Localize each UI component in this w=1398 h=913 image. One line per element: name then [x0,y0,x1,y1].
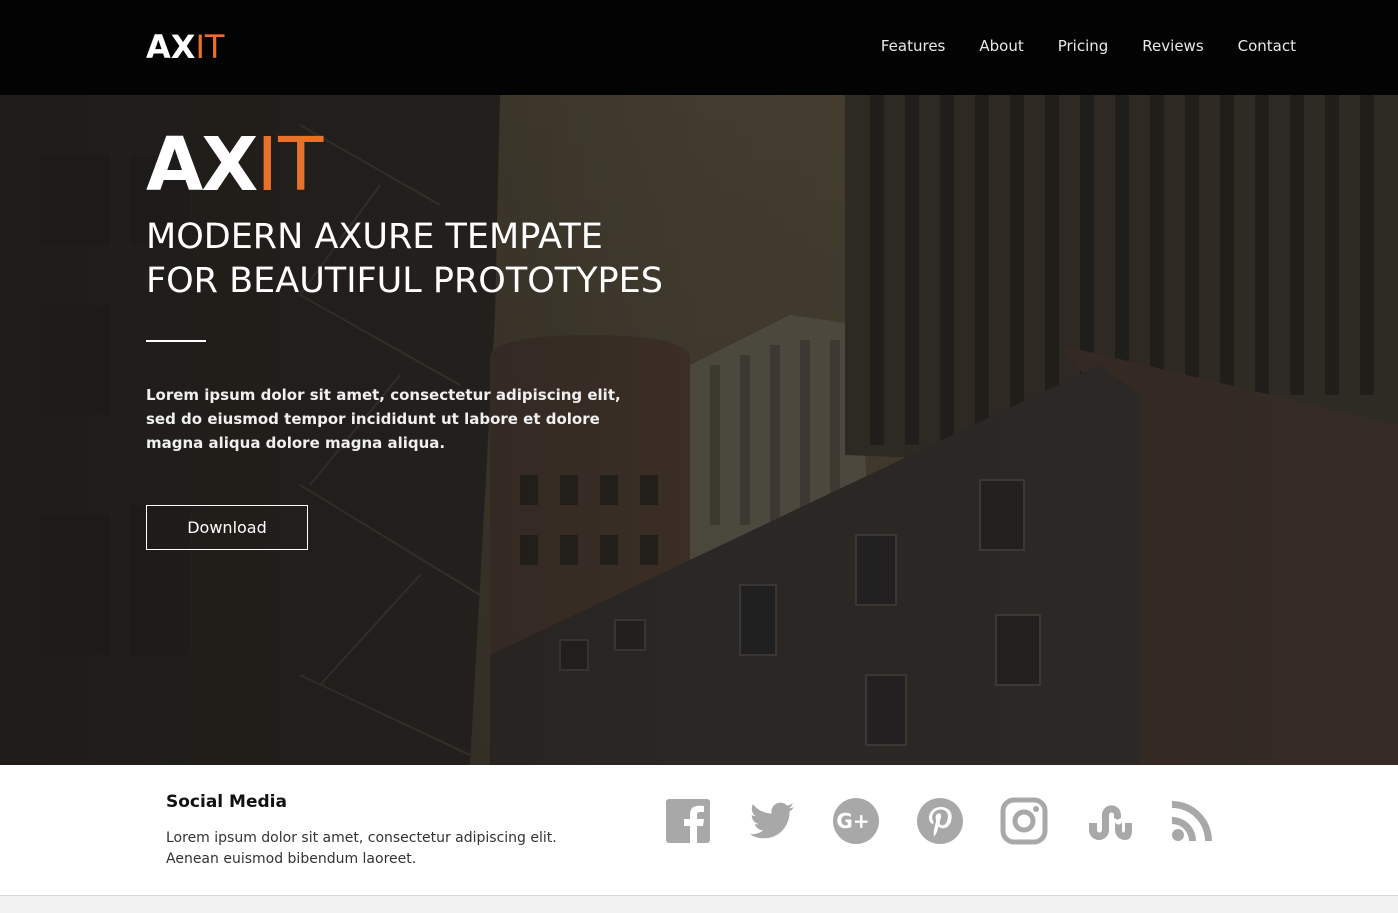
hero-headline-line2: FOR BEAUTIFUL PROTOTYPES [146,261,663,301]
instagram-icon[interactable] [1000,797,1048,845]
header-logo[interactable]: AXIT [146,29,224,65]
pinterest-icon[interactable] [916,797,964,845]
nav-about[interactable]: About [979,36,1023,56]
nav-features[interactable]: Features [881,36,946,56]
hero-headline-line1: MODERN AXURE TEMPATE [146,217,603,257]
top-navbar: AXIT Features About Pricing Reviews Cont… [0,0,1398,95]
logo-it-text: IT [195,28,225,66]
twitter-icon[interactable] [748,797,796,845]
facebook-icon[interactable] [664,797,712,845]
social-icons-row: G+ [664,797,1224,847]
hero-divider [146,340,206,342]
hero-headline: MODERN AXURE TEMPATE FOR BEAUTIFUL PROTO… [146,215,663,303]
stumbleupon-icon[interactable] [1084,797,1132,845]
hero-logo-it-text: IT [256,122,324,208]
rss-icon[interactable] [1168,797,1216,845]
nav-pricing[interactable]: Pricing [1058,36,1109,56]
social-media-description: Lorem ipsum dolor sit amet, consectetur … [166,830,557,867]
download-button[interactable]: Download [146,505,308,550]
main-nav: Features About Pricing Reviews Contact [881,36,1296,56]
page-bottom-divider [0,895,1398,913]
hero-section: AXIT MODERN AXURE TEMPATE FOR BEAUTIFUL … [0,95,1398,765]
nav-reviews[interactable]: Reviews [1142,36,1203,56]
nav-contact[interactable]: Contact [1238,36,1296,56]
google-plus-icon[interactable]: G+ [832,797,880,845]
hero-logo: AXIT [146,125,323,205]
social-media-title: Social Media [166,792,287,812]
logo-ax-text: AX [146,28,196,66]
hero-logo-ax-text: AX [146,122,258,208]
social-media-section: Social Media Lorem ipsum dolor sit amet,… [0,765,1398,895]
svg-text:G+: G+ [836,809,869,833]
hero-description: Lorem ipsum dolor sit amet, consectetur … [146,386,621,452]
